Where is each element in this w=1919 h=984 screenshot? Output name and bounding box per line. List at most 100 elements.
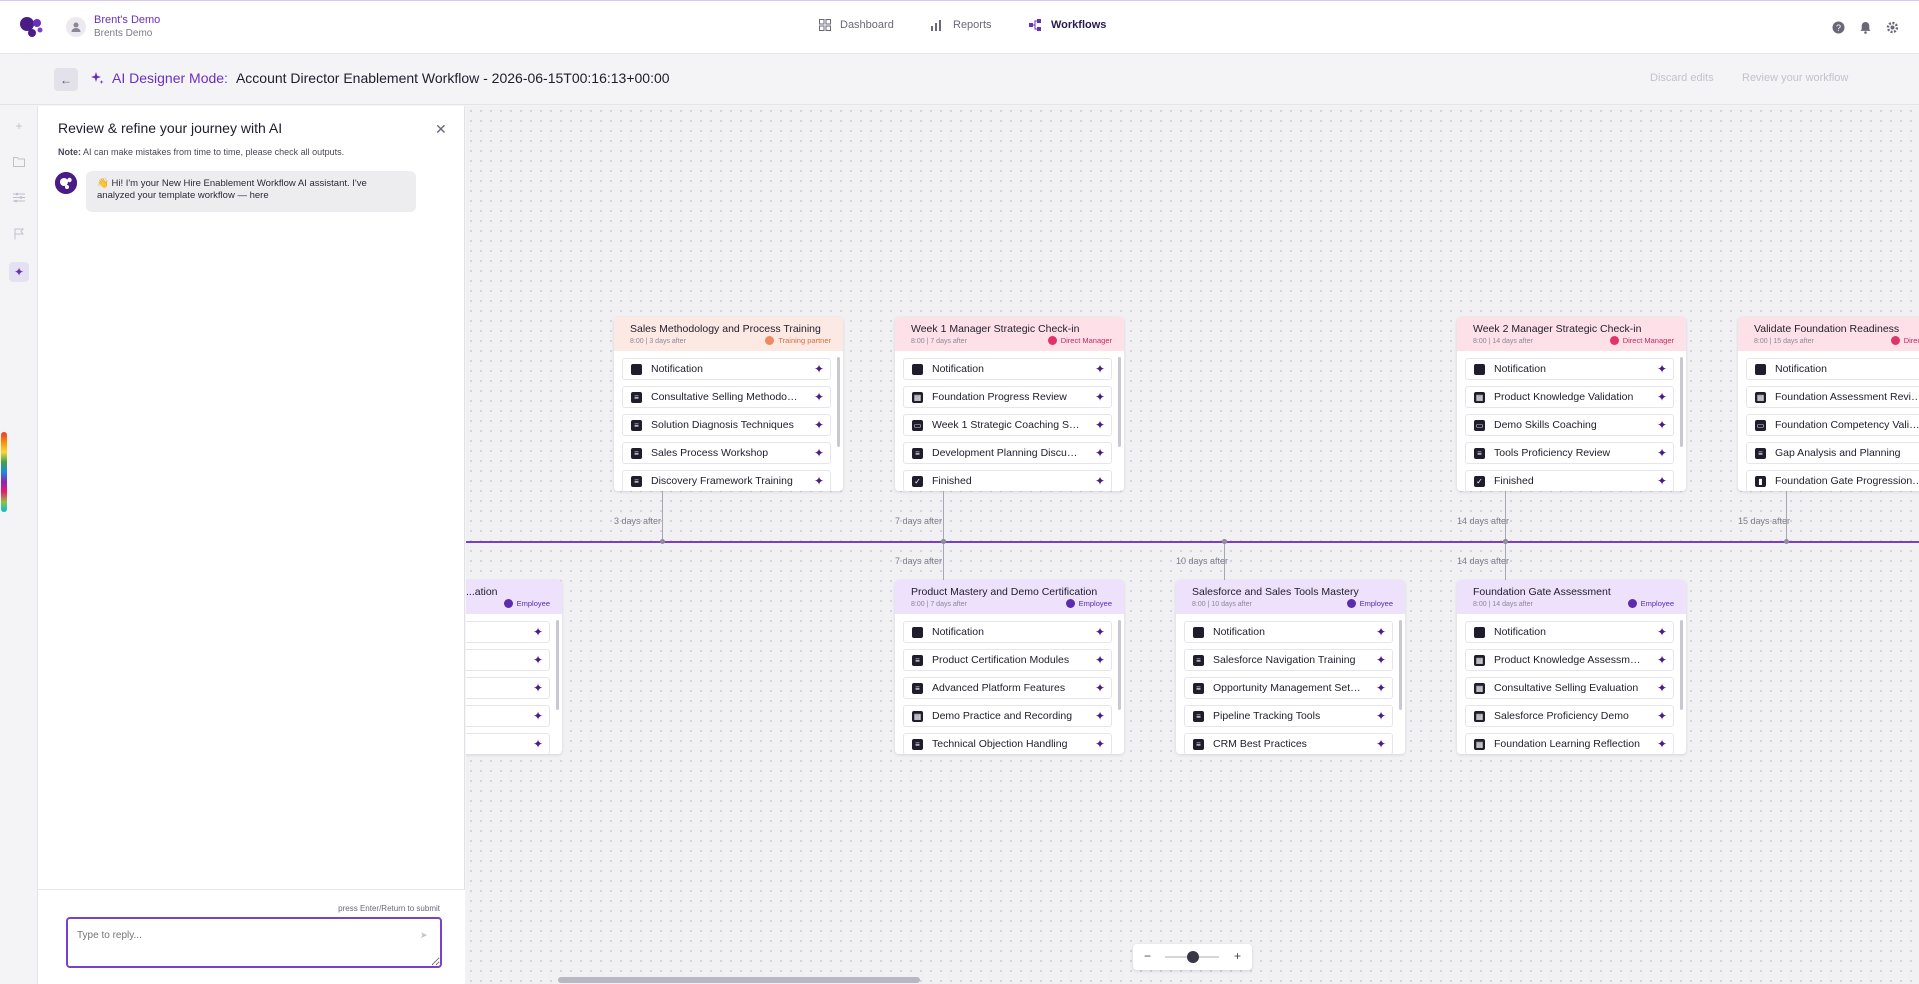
ai-sparkle-icon[interactable]: ✦	[533, 737, 543, 751]
organization-switcher[interactable]: Brent's Demo Brents Demo	[66, 13, 160, 41]
back-button[interactable]: ←	[54, 68, 78, 91]
zoom-in-button[interactable]: +	[1234, 949, 1241, 963]
help-icon[interactable]: ?	[1832, 21, 1845, 34]
ai-sparkle-icon[interactable]: ✦	[1657, 653, 1667, 667]
stage-step-item[interactable]: Notification ✦	[1465, 358, 1674, 380]
stage-step-item[interactable]: ≡ Product Certification Modules ✦	[903, 649, 1112, 671]
stage-step-item[interactable]: ≡ Pipeline Tracking Tools ✦	[1184, 705, 1393, 727]
stage-step-item[interactable]: ▦ Consultative Selling Evaluation ✦	[1465, 677, 1674, 699]
workflow-stage-card[interactable]: Week 1 Manager Strategic Check-in 8:00 | …	[895, 317, 1124, 491]
zoom-slider-handle[interactable]	[1187, 951, 1199, 963]
stage-step-item[interactable]: ▭Foundation Competency Validation✦	[1746, 414, 1919, 436]
timeline-node[interactable]	[660, 539, 665, 544]
card-scrollbar[interactable]	[1399, 620, 1402, 710]
ai-sparkle-icon[interactable]: ✦	[1657, 737, 1667, 751]
workflow-stage-card[interactable]: Foundation Gate Assessment 8:00 | 14 days…	[1457, 580, 1686, 754]
zoom-out-button[interactable]: −	[1144, 949, 1151, 963]
card-scrollbar[interactable]	[1118, 357, 1121, 447]
ai-sparkle-icon[interactable]: ✦	[814, 390, 824, 404]
ai-sparkle-icon[interactable]: ✦	[1376, 737, 1386, 751]
workflow-stage-card[interactable]: Sales Methodology and Process Training 8:…	[614, 317, 843, 491]
stage-step-item[interactable]: ▦ Foundation Progress Review ✦	[903, 386, 1112, 408]
ai-sparkle-icon[interactable]: ✦	[1095, 446, 1105, 460]
ai-sparkle-icon[interactable]: ✦	[1095, 737, 1105, 751]
ai-sparkle-icon[interactable]: ✦	[1657, 709, 1667, 723]
stage-step-item[interactable]: ≡ Opportunity Management Setup ✦	[1184, 677, 1393, 699]
ai-sparkle-icon[interactable]: ✦	[533, 625, 543, 639]
ai-sparkle-icon[interactable]: ✦	[1095, 653, 1105, 667]
ai-sparkle-icon[interactable]: ✦	[9, 262, 29, 282]
card-scrollbar[interactable]	[1680, 357, 1683, 447]
gear-icon[interactable]	[1886, 21, 1899, 34]
bell-icon[interactable]	[1859, 21, 1872, 34]
ai-sparkle-icon[interactable]: ✦	[1657, 418, 1667, 432]
nav-workflows[interactable]: Workflows	[1029, 19, 1106, 31]
stage-step-item[interactable]: Notification ✦	[1184, 621, 1393, 643]
ai-sparkle-icon[interactable]: ✦	[1095, 709, 1105, 723]
stage-step-item[interactable]: ▦ Salesforce Proficiency Demo ✦	[1465, 705, 1674, 727]
flag-icon[interactable]	[13, 228, 25, 240]
timeline-node[interactable]	[941, 539, 946, 544]
nav-reports[interactable]: Reports	[930, 19, 992, 31]
discard-edits-button[interactable]: Discard edits	[1650, 72, 1714, 84]
stage-step-item[interactable]: ▭ Week 1 Strategic Coaching Ses... ✦	[903, 414, 1112, 436]
stage-step-item[interactable]: ≡ Sales Process Workshop ✦	[622, 442, 831, 464]
ai-sparkle-icon[interactable]: ✦	[533, 709, 543, 723]
workflow-stage-card[interactable]: ...ationEmployee≡✦≡...e Overview✦≡...Dee…	[466, 580, 562, 754]
stage-step-item[interactable]: ▮Foundation Gate Progression Decision✦	[1746, 470, 1919, 491]
ai-sparkle-icon[interactable]: ✦	[1376, 709, 1386, 723]
stage-step-item[interactable]: ≡ Development Planning Discuss... ✦	[903, 442, 1112, 464]
card-scrollbar[interactable]	[556, 620, 559, 710]
workflow-stage-card[interactable]: Validate Foundation Readiness 8:00 | 15 d…	[1738, 317, 1919, 491]
stage-step-item[interactable]: ≡ Tools Proficiency Review ✦	[1465, 442, 1674, 464]
app-logo-icon[interactable]	[18, 15, 44, 39]
stage-step-item[interactable]: ▦Foundation Assessment Review✦	[1746, 386, 1919, 408]
ai-sparkle-icon[interactable]: ✦	[814, 362, 824, 376]
card-scrollbar[interactable]	[837, 357, 840, 447]
stage-step-item[interactable]: Notification ✦	[622, 358, 831, 380]
add-icon[interactable]: +	[13, 120, 25, 132]
folder-icon[interactable]	[13, 156, 25, 168]
stage-step-item[interactable]: ≡ Discovery Framework Training ✦	[622, 470, 831, 491]
stage-step-item[interactable]: ≡...Deep Dive✦	[466, 677, 550, 699]
nav-dashboard[interactable]: Dashboard	[819, 19, 894, 31]
stage-step-item[interactable]: ≡...e Overview✦	[466, 649, 550, 671]
timeline-node[interactable]	[1222, 539, 1227, 544]
color-palette-strip[interactable]	[1, 432, 7, 512]
stage-step-item[interactable]: ≡ Solution Diagnosis Techniques ✦	[622, 414, 831, 436]
stage-step-item[interactable]: ≡ Advanced Platform Features ✦	[903, 677, 1112, 699]
stage-step-item[interactable]: ≡... Buyer Per...✦	[466, 705, 550, 727]
ai-sparkle-icon[interactable]: ✦	[1376, 625, 1386, 639]
sliders-icon[interactable]	[13, 192, 25, 204]
ai-sparkle-icon[interactable]: ✦	[1657, 474, 1667, 488]
ai-sparkle-icon[interactable]: ✦	[1095, 625, 1105, 639]
ai-sparkle-icon[interactable]: ✦	[1095, 418, 1105, 432]
horizontal-scrollbar[interactable]	[558, 977, 920, 983]
workflow-canvas[interactable]: Sales Methodology and Process Training 8:…	[466, 106, 1919, 984]
ai-sparkle-icon[interactable]: ✦	[1657, 362, 1667, 376]
ai-sparkle-icon[interactable]: ✦	[533, 653, 543, 667]
card-scrollbar[interactable]	[1118, 620, 1121, 710]
ai-sparkle-icon[interactable]: ✦	[1095, 681, 1105, 695]
card-scrollbar[interactable]	[1680, 620, 1683, 710]
workflow-stage-card[interactable]: Product Mastery and Demo Certification 8:…	[895, 580, 1124, 754]
ai-sparkle-icon[interactable]: ✦	[1376, 653, 1386, 667]
send-icon[interactable]: ➤	[420, 930, 428, 941]
stage-step-item[interactable]: ▦ Product Knowledge Assessment ✦	[1465, 649, 1674, 671]
ai-sparkle-icon[interactable]: ✦	[1657, 446, 1667, 460]
stage-step-item[interactable]: ▦ Product Knowledge Validation ✦	[1465, 386, 1674, 408]
stage-step-item[interactable]: Notification ✦	[1465, 621, 1674, 643]
ai-sparkle-icon[interactable]: ✦	[1657, 625, 1667, 639]
stage-step-item[interactable]: ≡✦	[466, 621, 550, 643]
stage-step-item[interactable]: ≡ Consultative Selling Methodolo... ✦	[622, 386, 831, 408]
stage-step-item[interactable]: Notification ✦	[903, 621, 1112, 643]
workflow-stage-card[interactable]: Week 2 Manager Strategic Check-in 8:00 | …	[1457, 317, 1686, 491]
close-icon[interactable]: ✕	[435, 121, 447, 138]
stage-step-item[interactable]: ≡ CRM Best Practices ✦	[1184, 733, 1393, 754]
ai-sparkle-icon[interactable]: ✦	[1095, 362, 1105, 376]
stage-step-item[interactable]: ▭ Demo Skills Coaching ✦	[1465, 414, 1674, 436]
ai-sparkle-icon[interactable]: ✦	[1657, 681, 1667, 695]
reply-input[interactable]	[66, 917, 442, 968]
ai-sparkle-icon[interactable]: ✦	[1376, 681, 1386, 695]
stage-step-item[interactable]: ✓ Finished ✦	[903, 470, 1112, 491]
